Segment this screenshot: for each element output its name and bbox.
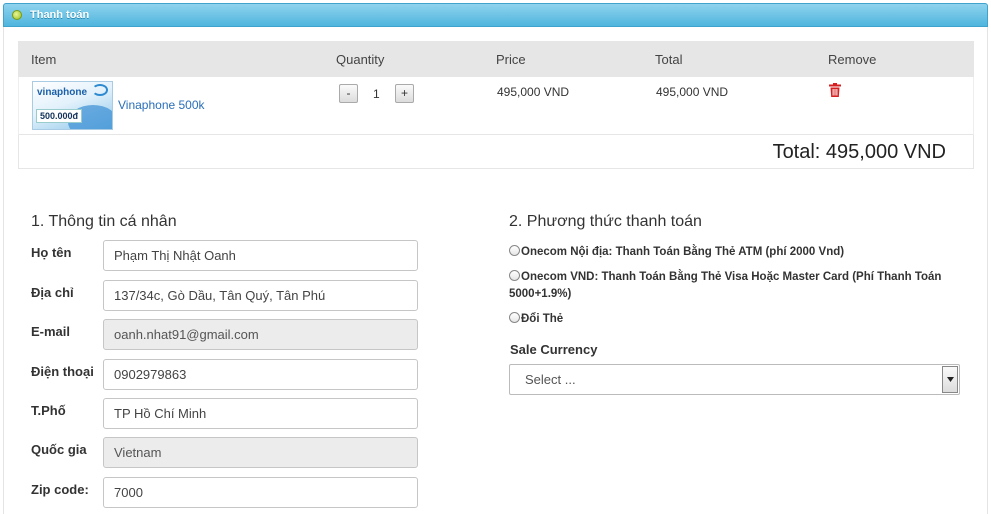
payment-option-visa[interactable]: Onecom VND: Thanh Toán Bằng Thẻ Visa Hoặ… xyxy=(509,269,959,303)
cart-table: Item Quantity Price Total Remove vinapho… xyxy=(18,41,974,169)
brand-logo-icon xyxy=(92,84,108,96)
col-quantity: Quantity xyxy=(336,52,385,67)
thumb-amount: 500.000đ xyxy=(36,109,83,123)
panel-title: Thanh toán xyxy=(30,9,90,21)
payment-option-label: Onecom VND: Thanh Toán Bằng Thẻ Visa Hoặ… xyxy=(509,271,942,300)
payment-option-label: Onecom Nội địa: Thanh Toán Bằng Thẻ ATM … xyxy=(521,246,845,258)
cart-header-row: Item Quantity Price Total Remove xyxy=(18,41,974,77)
country-label: Quốc gia xyxy=(31,442,87,457)
payment-option-atm[interactable]: Onecom Nội địa: Thanh Toán Bằng Thẻ ATM … xyxy=(509,244,959,261)
status-dot-icon xyxy=(12,10,22,20)
city-field[interactable]: TP Hồ Chí Minh xyxy=(103,398,418,429)
payment-option-card-exchange[interactable]: Đổi Thẻ xyxy=(509,311,959,328)
name-field[interactable]: Phạm Thị Nhật Oanh xyxy=(103,240,418,271)
product-link[interactable]: Vinaphone 500k xyxy=(118,98,205,112)
email-label: E-mail xyxy=(31,324,71,339)
chevron-down-icon[interactable] xyxy=(942,366,958,393)
zip-label: Zip code: xyxy=(31,482,89,497)
trash-icon[interactable] xyxy=(829,83,841,97)
zip-field[interactable]: 7000 xyxy=(103,477,418,508)
item-total: 495,000 VND xyxy=(656,85,729,99)
cart-total-row: Total: 495,000 VND xyxy=(18,135,974,169)
address-label: Địa chỉ xyxy=(31,285,74,300)
table-row: vinaphone 500.000đ Vinaphone 500k - 1 + … xyxy=(18,77,974,135)
thumb-brand: vinaphone xyxy=(37,87,88,98)
item-price: 495,000 VND xyxy=(497,85,570,99)
grand-total: Total: 495,000 VND xyxy=(772,141,946,163)
col-remove: Remove xyxy=(828,52,877,67)
panel-header: Thanh toán xyxy=(3,3,988,27)
address-field[interactable]: 137/34c, Gò Dầu, Tân Quý, Tân Phú xyxy=(103,280,418,311)
phone-label: Điện thoại xyxy=(31,364,94,379)
sale-currency-label: Sale Currency xyxy=(510,342,598,357)
country-field[interactable]: Vietnam xyxy=(103,437,418,468)
select-value: Select ... xyxy=(525,372,576,387)
city-label: T.Phố xyxy=(31,403,66,418)
payment-option-label: Đổi Thẻ xyxy=(521,313,564,325)
quantity-increase-button[interactable]: + xyxy=(395,84,414,103)
quantity-decrease-button[interactable]: - xyxy=(339,84,358,103)
personal-info-title: 1. Thông tin cá nhân xyxy=(31,213,177,230)
radio-button[interactable] xyxy=(509,270,520,281)
phone-field[interactable]: 0902979863 xyxy=(103,359,418,390)
product-thumbnail[interactable]: vinaphone 500.000đ xyxy=(32,81,113,130)
email-field[interactable]: oanh.nhat91@gmail.com xyxy=(103,319,418,350)
radio-button[interactable] xyxy=(509,245,520,256)
quantity-value: 1 xyxy=(373,87,380,101)
col-item: Item xyxy=(31,52,57,67)
col-total: Total xyxy=(655,52,683,67)
col-price: Price xyxy=(496,52,526,67)
payment-method-title: 2. Phương thức thanh toán xyxy=(509,213,702,230)
radio-button[interactable] xyxy=(509,312,520,323)
sale-currency-select[interactable]: Select ... xyxy=(509,364,960,395)
name-label: Họ tên xyxy=(31,245,72,260)
